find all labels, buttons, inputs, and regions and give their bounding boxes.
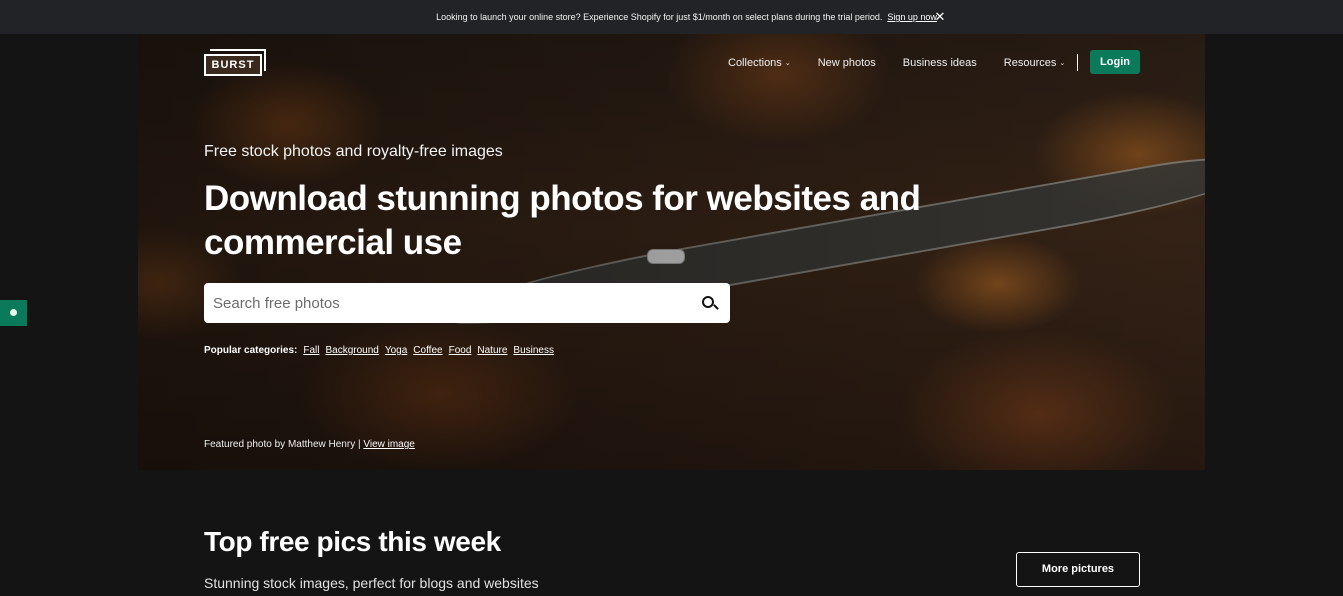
close-icon[interactable]: ✕ (934, 10, 946, 24)
category-link-background[interactable]: Background (325, 345, 378, 356)
search-bar (204, 283, 730, 323)
login-button[interactable]: Login (1090, 50, 1140, 74)
popular-categories-label: Popular categories: (204, 345, 298, 356)
nav-resources[interactable]: Resources ⌄ (1004, 57, 1065, 69)
nav-label: Collections (728, 56, 782, 69)
section-subtitle: Stunning stock images, perfect for blogs… (204, 575, 539, 591)
search-icon[interactable] (694, 283, 730, 323)
hero-kicker: Free stock photos and royalty-free image… (204, 143, 503, 160)
nav-business-ideas[interactable]: Business ideas (903, 57, 977, 69)
announcement-text: Looking to launch your online store? Exp… (436, 12, 883, 22)
category-link-food[interactable]: Food (449, 345, 472, 356)
announcement-bar: Looking to launch your online store? Exp… (0, 0, 1343, 34)
category-link-fall[interactable]: Fall (303, 345, 319, 356)
nav-new-photos[interactable]: New photos (818, 57, 876, 69)
nav-label: Resources (1003, 56, 1057, 69)
sign-up-link[interactable]: Sign up now (887, 12, 937, 22)
photo-credit: Featured photo by Matthew Henry | View i… (204, 439, 415, 450)
more-pictures-button[interactable]: More pictures (1016, 552, 1140, 587)
hero-headline: Download stunning photos for websites an… (204, 179, 921, 262)
search-icon-handle (713, 304, 719, 310)
nav-divider (1077, 54, 1079, 71)
main-nav: Collections ⌄ New photos Business ideas R… (728, 54, 1079, 71)
section-title: Top free pics this week (204, 526, 501, 557)
search-icon-ring (702, 296, 714, 308)
search-input[interactable] (204, 283, 694, 323)
logo-text: BURST (204, 54, 262, 76)
nav-label: Business ideas (902, 56, 977, 69)
chevron-down-icon: ⌄ (1059, 59, 1066, 67)
category-link-yoga[interactable]: Yoga (385, 345, 407, 356)
category-link-nature[interactable]: Nature (477, 345, 507, 356)
photo-credit-text: Featured photo by Matthew Henry | (204, 439, 361, 450)
hero-banner: BURST Collections ⌄ New photos Business i… (138, 34, 1205, 470)
burst-logo[interactable]: BURST (204, 49, 266, 76)
popular-categories: Popular categories: Fall Background Yoga… (204, 345, 560, 356)
feedback-icon (10, 309, 17, 316)
nav-label: New photos (817, 56, 876, 69)
feedback-tab[interactable] (0, 300, 27, 326)
nav-collections[interactable]: Collections ⌄ (728, 57, 791, 69)
category-link-coffee[interactable]: Coffee (413, 345, 442, 356)
chevron-down-icon: ⌄ (784, 59, 791, 67)
category-link-business[interactable]: Business (513, 345, 554, 356)
view-image-link[interactable]: View image (363, 439, 415, 450)
